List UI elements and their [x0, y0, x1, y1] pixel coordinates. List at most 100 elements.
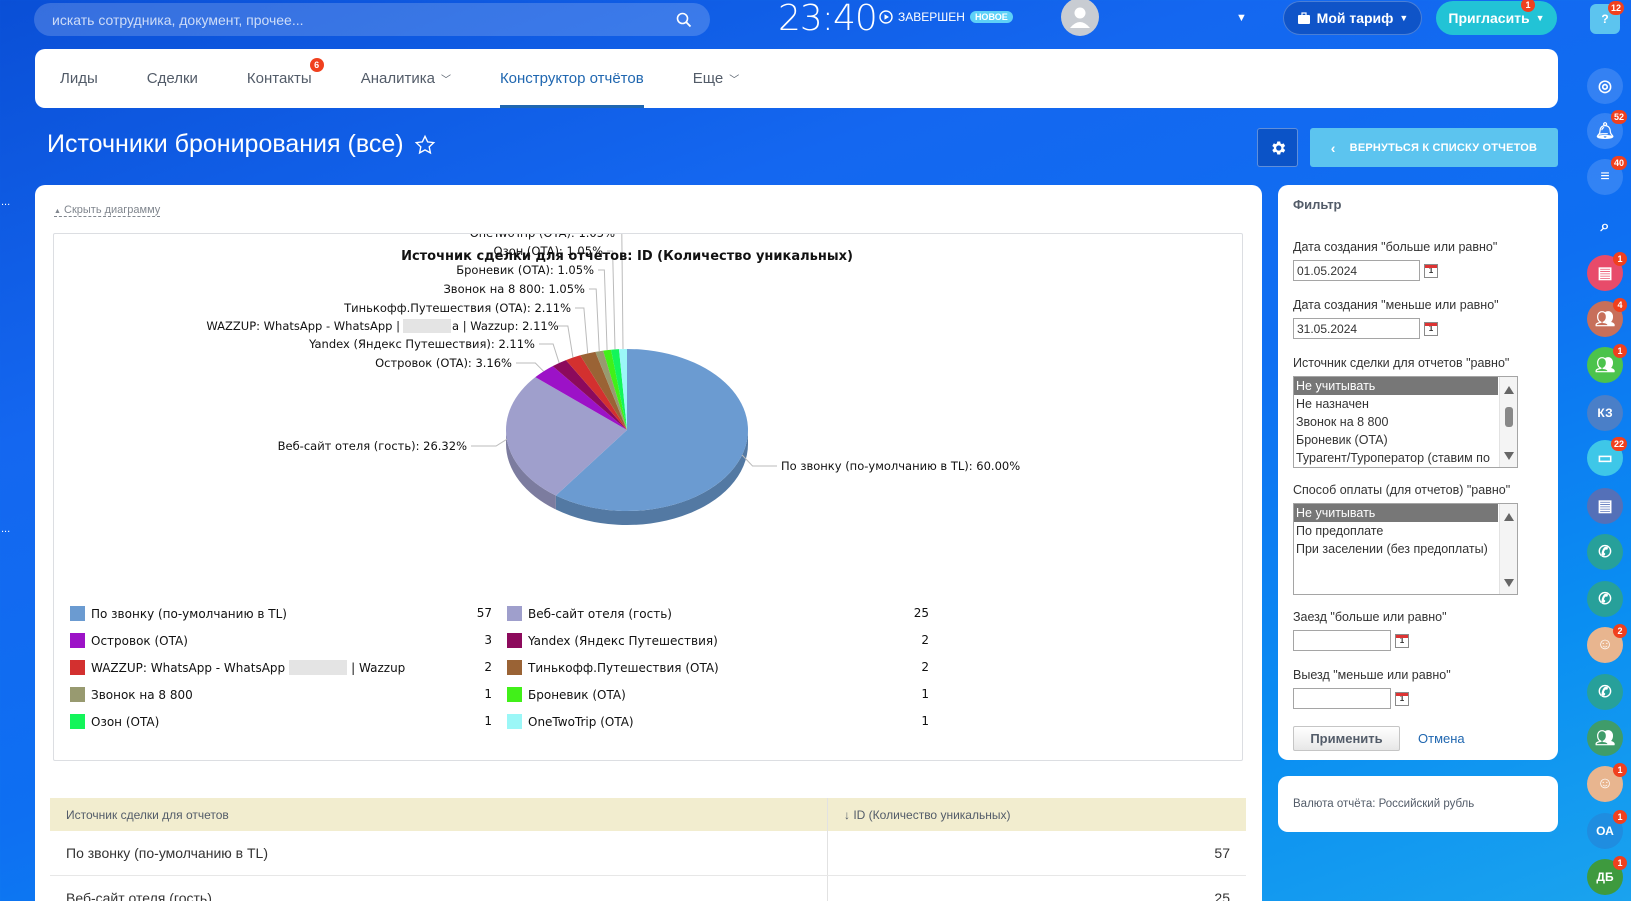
user-avatar-glyph: ☺	[1596, 636, 1614, 653]
cell-count: 57	[1214, 845, 1230, 861]
legend-value: 1	[484, 687, 492, 701]
tab-contacts[interactable]: Контакты 6	[246, 49, 324, 108]
user-avatar[interactable]: ☺ 1	[1587, 763, 1627, 802]
user-avatar[interactable]	[1061, 0, 1099, 36]
contact-card-icon[interactable]: ▤	[1587, 488, 1623, 524]
legend-value: 25	[913, 606, 929, 620]
clock[interactable]: 23:40	[778, 0, 878, 39]
bell-icon[interactable]: 🔔︎ 52	[1587, 110, 1627, 149]
pie-label-line	[575, 307, 589, 354]
scroll-thumb[interactable]	[1505, 407, 1513, 427]
scrollbar[interactable]	[1499, 504, 1517, 594]
chat-ring-icon[interactable]: ◎	[1587, 68, 1623, 104]
workday-status[interactable]: ЗАВЕРШЕН НОВОЕ	[879, 10, 1013, 24]
checkin-input[interactable]	[1293, 630, 1391, 651]
left-dots: ...	[1, 523, 11, 535]
tab-deals[interactable]: Сделки	[147, 49, 198, 108]
star-icon[interactable]	[414, 134, 436, 156]
legend-label: OneTwoTrip (OTA)	[528, 714, 634, 729]
cell-source: По звонку (по-умолчанию в TL)	[50, 831, 828, 875]
legend-item: Броневик (OTA)	[507, 687, 626, 702]
calendar-icon[interactable]: 1	[1395, 691, 1409, 706]
phone-icon[interactable]: ✆	[1587, 534, 1623, 570]
list-item[interactable]: Турагент/Туроператор (ставим по	[1294, 449, 1498, 467]
chevron-down-icon: ﹀	[729, 75, 740, 86]
calendar-icon[interactable]: 1	[1424, 263, 1438, 278]
settings-button[interactable]	[1257, 128, 1298, 167]
notification-badge: 1	[1613, 810, 1627, 824]
col-count-header[interactable]: ↓ ID (Количество уникальных)	[828, 798, 1246, 831]
pie-slice-label: По звонку (по-умолчанию в TL): 60.00%	[781, 459, 1020, 473]
date-to-input[interactable]	[1293, 318, 1420, 339]
col-source-header[interactable]: Источник сделки для отчетов	[50, 798, 828, 831]
notification-badge: 1	[1613, 344, 1627, 358]
help-icon[interactable]: ? 12	[1590, 1, 1624, 34]
chat-bubble-icon[interactable]: ▭ 22	[1587, 437, 1627, 476]
source-filter-label: Источник сделки для отчетов "равно"	[1293, 356, 1510, 370]
pie-slice-label: WAZZUP: WhatsApp - WhatsApp |	[206, 319, 400, 333]
scroll-up-icon[interactable]	[1504, 386, 1514, 394]
legend-item: WAZZUP: WhatsApp - WhatsApp | Wazzup	[70, 660, 405, 675]
legend-label: Островок (OTA)	[91, 633, 188, 648]
group-icon[interactable]: 👥︎	[1587, 720, 1623, 756]
initials-text: ДБ	[1596, 870, 1614, 884]
scroll-up-icon[interactable]	[1504, 513, 1514, 521]
scrollbar[interactable]	[1499, 377, 1517, 467]
group-green-icon[interactable]: 👥︎ 1	[1587, 344, 1627, 383]
left-dots: ...	[1, 196, 11, 208]
invite-button[interactable]: Пригласить ▼ 1	[1436, 0, 1557, 35]
phone-icon[interactable]: ✆	[1587, 674, 1623, 710]
messages-icon[interactable]: ≡ 40	[1587, 156, 1627, 195]
user-avatar[interactable]: ☺ 2	[1587, 624, 1627, 663]
list-item[interactable]: Не назначен	[1294, 395, 1498, 413]
tab-more[interactable]: Еще ﹀	[693, 49, 740, 108]
search-box[interactable]	[34, 3, 710, 36]
source-filter-list[interactable]: Не учитывать Не назначен Звонок на 8 800…	[1293, 376, 1518, 468]
hide-chart-link[interactable]: ▲ Скрыть диаграмму	[54, 204, 161, 217]
search-icon[interactable]: ⌕	[1587, 209, 1623, 245]
list-item[interactable]: Звонок на 8 800	[1294, 413, 1498, 431]
apply-button[interactable]: Применить	[1293, 726, 1400, 751]
calendar-icon[interactable]: 1	[1424, 321, 1438, 336]
chevron-down-icon[interactable]: ▼	[1236, 12, 1247, 24]
search-icon[interactable]	[676, 12, 692, 28]
pie-slice-label: Тинькофф.Путешествия (OTA): 2.11%	[343, 301, 571, 315]
checkout-input[interactable]	[1293, 688, 1391, 709]
back-label: ВЕРНУТЬСЯ К СПИСКУ ОТЧЕТОВ	[1349, 141, 1538, 154]
cancel-link[interactable]: Отмена	[1418, 731, 1465, 746]
phone-icon[interactable]: ✆	[1587, 581, 1623, 617]
legend-value: 2	[921, 633, 929, 647]
scroll-down-icon[interactable]	[1504, 452, 1514, 460]
list-item[interactable]: Броневик (OTA)	[1294, 431, 1498, 449]
legend-item: Тинькофф.Путешествия (OTA)	[507, 660, 719, 675]
tab-report-builder[interactable]: Конструктор отчётов	[499, 49, 644, 108]
contact-card-icon[interactable]: ▤ 1	[1587, 252, 1627, 291]
search-input[interactable]	[52, 11, 676, 28]
group-icon[interactable]: 👥︎ 4	[1587, 298, 1627, 337]
list-item[interactable]: При заселении (без предоплаты)	[1294, 540, 1498, 558]
chevron-down-icon: ▼	[1399, 13, 1409, 23]
tab-label: Контакты	[246, 70, 312, 87]
pie-slice-label: Броневик (OTA): 1.05%	[456, 263, 594, 277]
initials-avatar[interactable]: ДБ 1	[1587, 856, 1627, 895]
checkout-label: Выезд "меньше или равно"	[1293, 668, 1451, 682]
user-avatar-glyph: ☺	[1596, 775, 1614, 792]
right-sidebar: ? 12 ◎ 🔔︎ 52 ≡ 40 ⌕ ▤ 1 👥︎ 4 👥︎ 1 КЗ ▭ 22 ▤ ✆ ✆ ☺ 2 ✆ 👥︎ ☺ 1 ОА 1 ДБ…	[1580, 0, 1631, 901]
list-item[interactable]: Не учитывать	[1294, 504, 1498, 522]
list-item[interactable]: По предоплате	[1294, 522, 1498, 540]
initials-avatar[interactable]: КЗ	[1587, 395, 1623, 431]
back-to-reports-button[interactable]: ‹ ВЕРНУТЬСЯ К СПИСКУ ОТЧЕТОВ	[1310, 128, 1558, 167]
notification-badge: 22	[1610, 437, 1627, 451]
notification-badge: 1	[1613, 763, 1627, 777]
notification-badge: 4	[1613, 298, 1627, 312]
tab-analytics[interactable]: Аналитика ﹀	[361, 49, 451, 108]
pie-chart-svg: По звонку (по-умолчанию в TL): 60.00% Веб…	[206, 234, 1020, 525]
tariff-button[interactable]: Мой тариф ▼	[1283, 1, 1422, 35]
tab-leads[interactable]: Лиды	[60, 49, 98, 108]
scroll-down-icon[interactable]	[1504, 579, 1514, 587]
list-item[interactable]: Не учитывать	[1294, 377, 1498, 395]
calendar-icon[interactable]: 1	[1395, 633, 1409, 648]
initials-avatar[interactable]: ОА 1	[1587, 810, 1627, 849]
payment-filter-list[interactable]: Не учитывать По предоплате При заселении…	[1293, 503, 1518, 595]
date-from-input[interactable]	[1293, 260, 1420, 281]
